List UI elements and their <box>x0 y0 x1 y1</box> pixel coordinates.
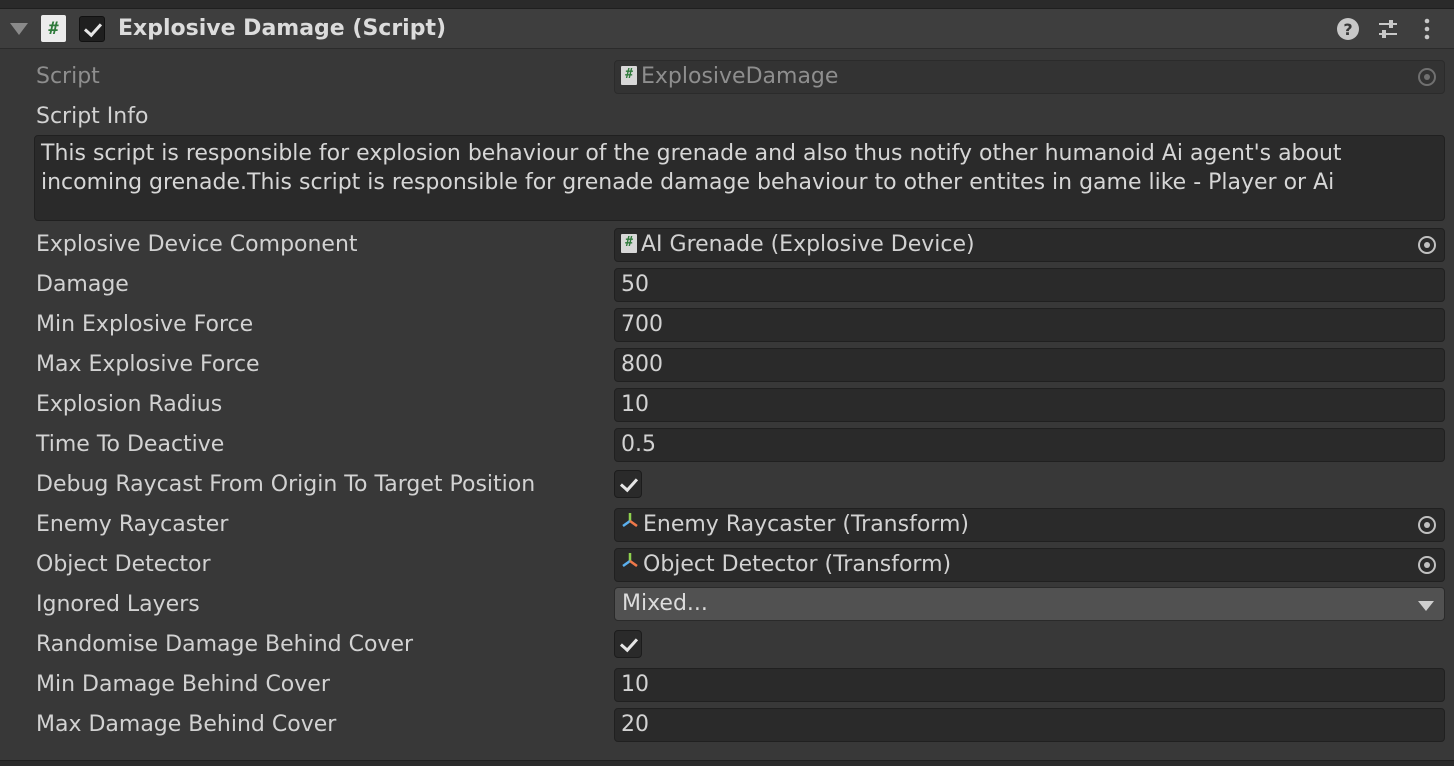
transform-icon <box>621 509 639 539</box>
script-info-textarea[interactable]: This script is responsible for explosion… <box>34 135 1445 221</box>
damage-label: Damage <box>36 272 129 297</box>
min-explosive-force-input[interactable]: 700 <box>614 308 1445 342</box>
script-icon: # <box>621 65 637 85</box>
object-picker-icon[interactable] <box>1418 236 1436 254</box>
component-header[interactable]: # Explosive Damage (Script) ? <box>0 9 1454 49</box>
kebab-menu-icon[interactable] <box>1415 16 1439 42</box>
script-label: Script <box>36 64 100 89</box>
explosion-radius-label: Explosion Radius <box>36 392 223 417</box>
help-icon[interactable]: ? <box>1336 16 1360 42</box>
ignored-layers-dropdown[interactable]: Mixed... <box>614 587 1445 621</box>
component-title: Explosive Damage (Script) <box>118 16 447 41</box>
foldout-arrow-icon[interactable] <box>10 23 28 35</box>
max-damage-cover-input[interactable]: 20 <box>614 708 1445 742</box>
script-icon: # <box>41 15 66 42</box>
time-to-deactive-label: Time To Deactive <box>36 432 225 457</box>
object-detector-field[interactable]: Object Detector (Transform) <box>614 548 1445 582</box>
randomise-damage-checkbox[interactable] <box>614 630 642 658</box>
checkmark-icon <box>619 633 639 653</box>
enemy-raycaster-field[interactable]: Enemy Raycaster (Transform) <box>614 508 1445 542</box>
enemy-raycaster-label: Enemy Raycaster <box>36 512 229 537</box>
object-picker-icon[interactable] <box>1418 516 1436 534</box>
min-damage-cover-input[interactable]: 10 <box>614 668 1445 702</box>
time-to-deactive-input[interactable]: 0.5 <box>614 428 1445 462</box>
bottom-divider <box>0 760 1454 766</box>
explosion-radius-input[interactable]: 10 <box>614 388 1445 422</box>
top-divider <box>0 0 1454 9</box>
script-icon: # <box>621 233 637 253</box>
max-explosive-force-label: Max Explosive Force <box>36 352 260 377</box>
explosive-device-field[interactable]: # AI Grenade (Explosive Device) <box>614 228 1445 262</box>
checkmark-icon <box>83 18 103 38</box>
min-explosive-force-label: Min Explosive Force <box>36 312 254 337</box>
component-enabled-checkbox[interactable] <box>79 16 105 42</box>
debug-raycast-checkbox[interactable] <box>614 470 642 498</box>
ignored-layers-label: Ignored Layers <box>36 592 200 617</box>
chevron-down-icon <box>1418 601 1434 611</box>
explosive-device-value: AI Grenade (Explosive Device) <box>641 232 975 257</box>
script-field: # ExplosiveDamage <box>614 60 1445 94</box>
randomise-damage-label: Randomise Damage Behind Cover <box>36 632 414 657</box>
max-explosive-force-input[interactable]: 800 <box>614 348 1445 382</box>
max-damage-cover-label: Max Damage Behind Cover <box>36 712 337 737</box>
object-detector-value: Object Detector (Transform) <box>643 552 952 577</box>
enemy-raycaster-value: Enemy Raycaster (Transform) <box>643 512 969 537</box>
transform-icon <box>621 549 639 579</box>
checkmark-icon <box>619 473 639 493</box>
script-info-label: Script Info <box>36 104 149 129</box>
explosive-device-label: Explosive Device Component <box>36 232 358 257</box>
inspector-panel: # Explosive Damage (Script) ? Script # Ex… <box>0 0 1454 766</box>
script-value: ExplosiveDamage <box>641 64 839 89</box>
object-detector-label: Object Detector <box>36 552 211 577</box>
object-picker-icon <box>1418 68 1436 86</box>
object-picker-icon[interactable] <box>1418 556 1436 574</box>
ignored-layers-value: Mixed... <box>622 591 708 616</box>
min-damage-cover-label: Min Damage Behind Cover <box>36 672 330 697</box>
debug-raycast-label: Debug Raycast From Origin To Target Posi… <box>36 472 536 497</box>
preset-icon[interactable] <box>1375 16 1401 42</box>
damage-input[interactable]: 50 <box>614 268 1445 302</box>
